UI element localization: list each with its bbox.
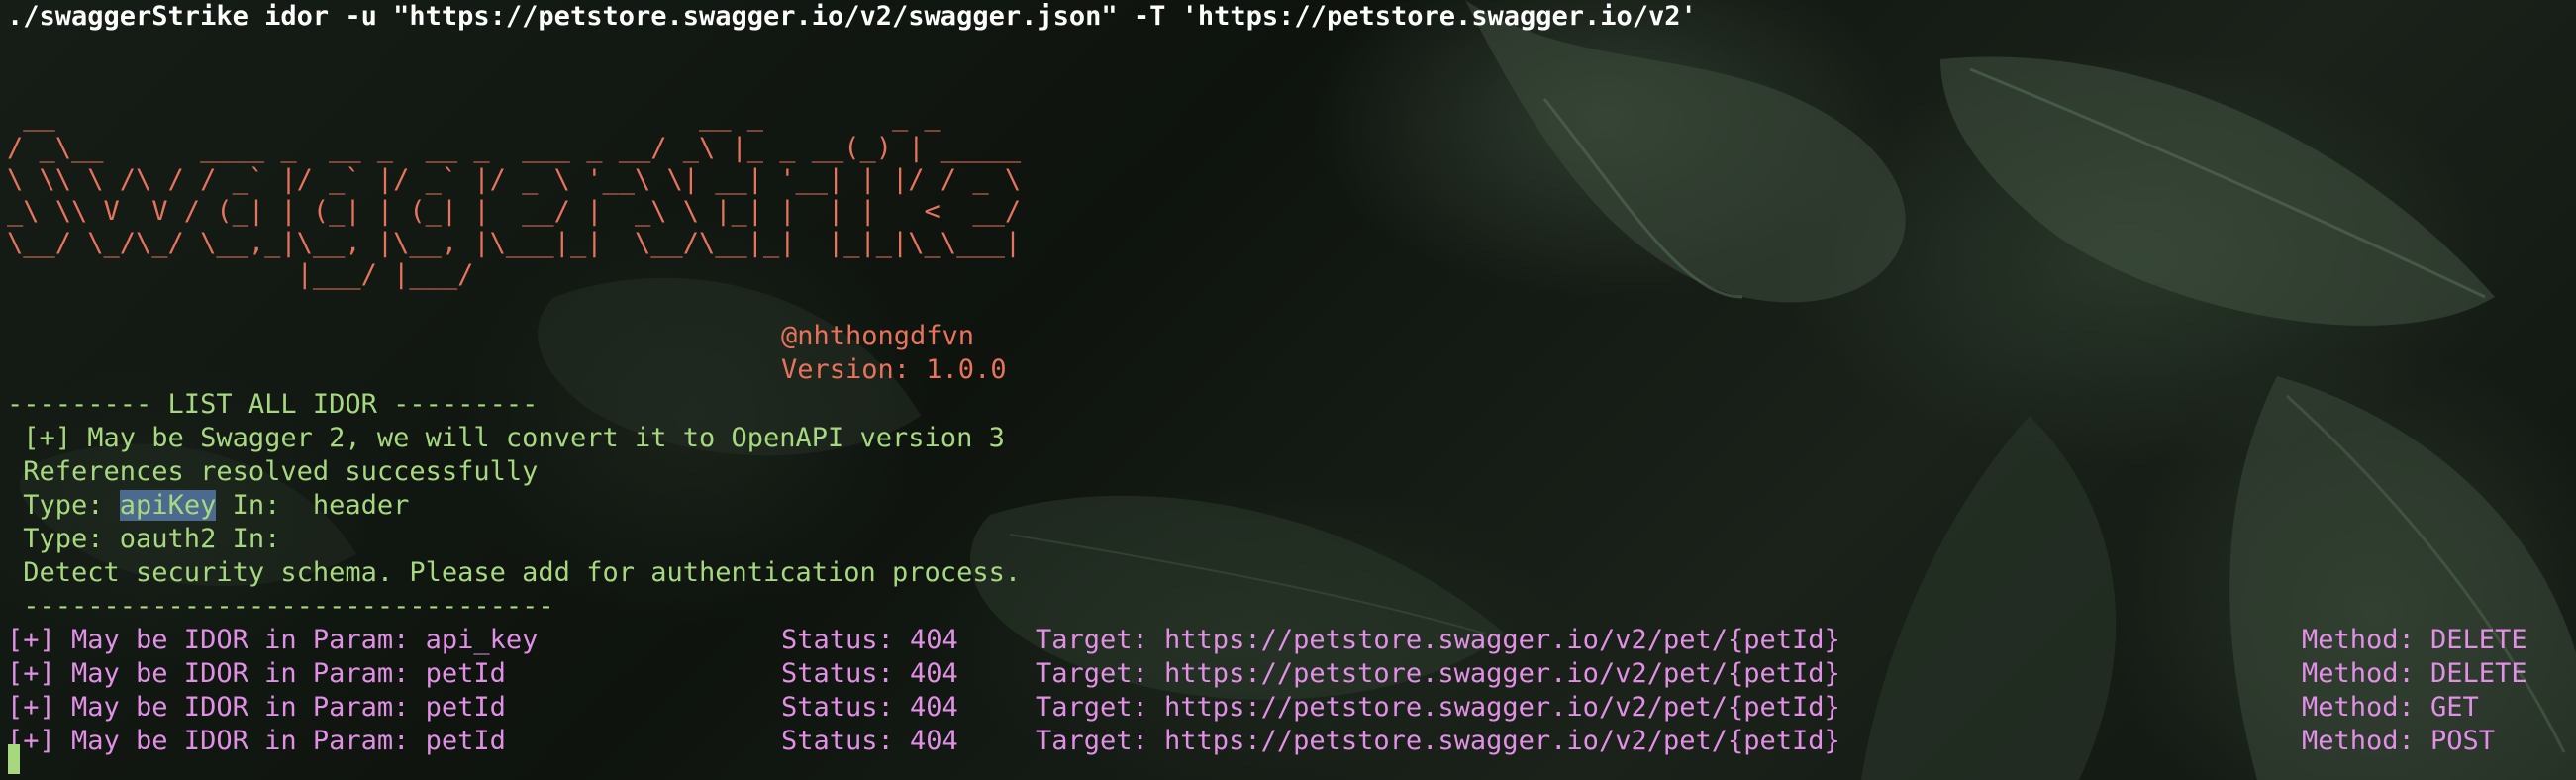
result-param: [+] May be IDOR in Param: petId xyxy=(7,658,506,689)
terminal-cursor[interactable] xyxy=(8,744,20,774)
references-message: References resolved successfully xyxy=(7,456,539,487)
result-param: [+] May be IDOR in Param: api_key xyxy=(7,625,539,655)
result-status: Status: 404 xyxy=(781,658,958,689)
banner-line: / _\__ ____ _ __ _ __ _ ___ _ __/ _\ |_ … xyxy=(7,133,1022,163)
result-param: [+] May be IDOR in Param: petId xyxy=(7,726,506,756)
version-label: Version: 1.0.0 xyxy=(781,354,1007,385)
result-method: Method: GET xyxy=(2302,692,2479,723)
swagger-convert-message: [+] May be Swagger 2, we will convert it… xyxy=(7,423,1005,453)
result-target: Target: https://petstore.swagger.io/v2/p… xyxy=(1036,658,1840,689)
result-target: Target: https://petstore.swagger.io/v2/p… xyxy=(1036,692,1840,723)
ascii-banner: __ __ _ _ _ / _\__ ____ _ __ _ __ _ ___ … xyxy=(7,101,1021,291)
separator-line: --------------------------------- xyxy=(7,591,554,622)
command-line: ./swaggerStrike idor -u "https://petstor… xyxy=(7,1,1697,32)
banner-line: \ \\ \ /\ / / _` |/ _` |/ _` |/ _ \ '__\… xyxy=(7,164,1022,195)
selected-text[interactable]: apiKey xyxy=(119,490,217,521)
banner-line: |___/ |___/ xyxy=(7,259,474,290)
result-status: Status: 404 xyxy=(781,726,958,756)
banner-line: _\ \\ V V / (_| | (_| | (_| | __/ | _\ \… xyxy=(7,196,1022,227)
security-type-oauth2: Type: oauth2 In: xyxy=(7,524,281,554)
banner-line: __ __ _ _ _ xyxy=(7,101,941,132)
author-handle: @nhthongdfvn xyxy=(781,321,975,351)
type-label: Type: xyxy=(7,490,120,521)
result-method: Method: POST xyxy=(2302,726,2496,756)
result-status: Status: 404 xyxy=(781,692,958,723)
banner-line: \__/ \_/\_/ \__,_|\__, |\__, |\___|_| \_… xyxy=(7,228,1022,258)
result-method: Method: DELETE xyxy=(2302,658,2527,689)
result-param: [+] May be IDOR in Param: petId xyxy=(7,692,506,723)
result-status: Status: 404 xyxy=(781,625,958,655)
result-target: Target: https://petstore.swagger.io/v2/p… xyxy=(1036,726,1840,756)
result-target: Target: https://petstore.swagger.io/v2/p… xyxy=(1036,625,1840,655)
result-method: Method: DELETE xyxy=(2302,625,2527,655)
security-type-apikey: Type: apiKey In: header xyxy=(7,489,409,523)
terminal-window[interactable]: ./swaggerStrike idor -u "https://petstor… xyxy=(0,0,2576,780)
section-header: --------- LIST ALL IDOR --------- xyxy=(7,389,539,420)
detect-security-message: Detect security schema. Please add for a… xyxy=(7,557,1022,588)
in-header-label: In: header xyxy=(216,490,410,521)
